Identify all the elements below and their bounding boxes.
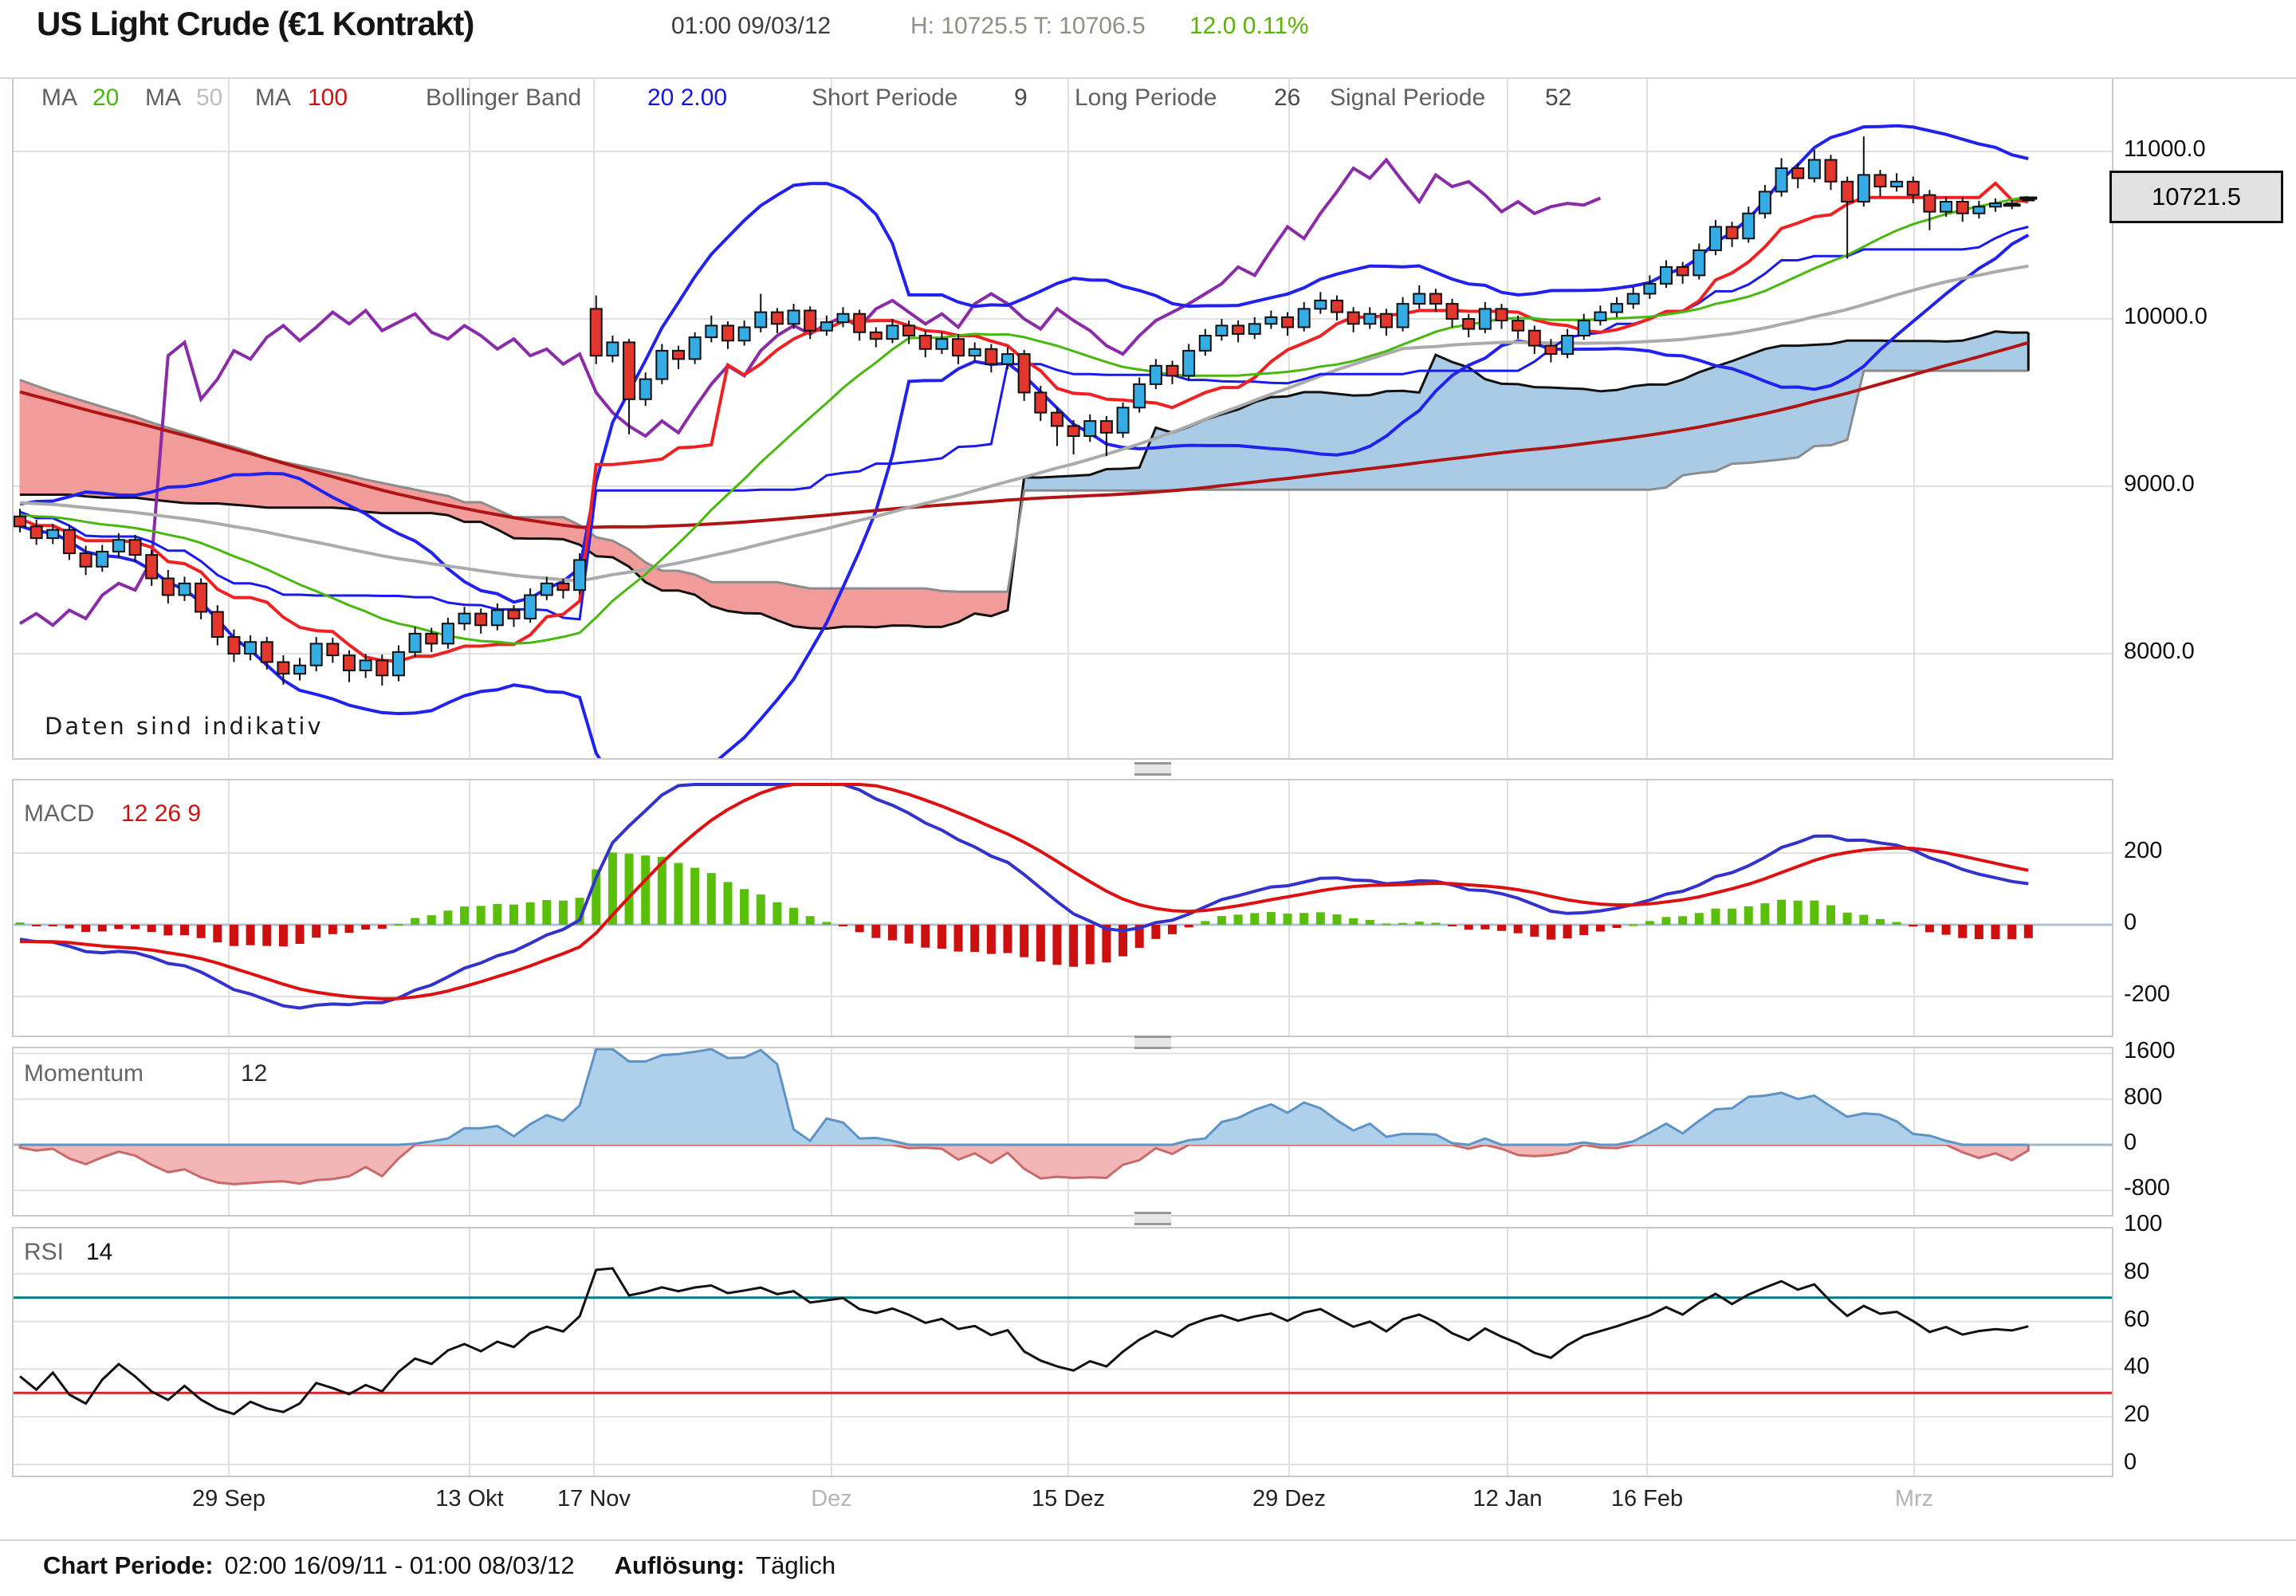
legend-long-periode-value: 26 [1274,85,1300,112]
panel-resize-handle[interactable] [1134,762,1171,776]
x-axis-label: 12 Jan [1472,1486,1542,1512]
y-axis-label: 40 [2124,1354,2149,1380]
legend-ma100-value: 100 [308,85,348,112]
change-readout: 12.0 0.11% [1189,13,1309,40]
x-axis-label: 29 Dez [1252,1486,1326,1512]
high-low-readout: H: 10725.5 T: 10706.5 [910,13,1146,40]
y-axis-label: 80 [2124,1259,2149,1285]
momentum-legend-label: Momentum [24,1060,144,1087]
instrument-title: US Light Crude (€1 Kontrakt) [37,5,474,43]
trading-chart-window: US Light Crude (€1 Kontrakt) 01:00 09/03… [0,0,2296,1596]
legend-ma50-value: 50 [196,85,222,112]
x-axis-label: Dez [811,1486,852,1512]
indicative-data-watermark: Daten sind indikativ [45,713,324,740]
x-axis-label: 16 Feb [1611,1486,1683,1512]
y-axis-label: 8000.0 [2124,639,2195,665]
y-axis-label: 0 [2124,1449,2137,1476]
y-axis-label: 800 [2124,1084,2162,1111]
legend-bollinger-params: 20 2.00 [647,85,727,112]
x-axis-label: Mrz [1895,1486,1933,1512]
panel-resize-handle[interactable] [1134,1212,1171,1225]
macd-legend-label: MACD [24,800,94,827]
panel-resize-handle[interactable] [1134,1036,1171,1049]
x-axis-label: 15 Dez [1032,1486,1105,1512]
resolution-label: Auflösung: [615,1551,745,1579]
x-axis-label: 29 Sep [192,1486,265,1512]
y-axis-label: 9000.0 [2124,471,2195,497]
y-axis-label: 0 [2124,910,2137,936]
y-axis-label: 200 [2124,838,2162,864]
chart-period-label: Chart Periode: [43,1551,214,1579]
current-price-marker: 10721.5 [2109,171,2283,223]
x-axis-label: 17 Nov [557,1486,631,1512]
chart-canvas[interactable] [0,0,2296,1596]
legend-signal-periode-value: 52 [1545,85,1571,112]
legend-signal-periode-label: Signal Periode [1330,85,1485,112]
y-axis-label: 10000.0 [2124,304,2208,330]
rsi-legend-label: RSI [24,1239,64,1266]
legend-ma-label: MA [255,85,291,112]
y-axis-label: 11000.0 [2124,136,2206,163]
chart-period-bar: Chart Periode: 02:00 16/09/11 - 01:00 08/… [43,1551,835,1580]
y-axis-label: 0 [2124,1130,2137,1156]
legend-bollinger-label: Bollinger Band [426,85,581,112]
chart-period-value: 02:00 16/09/11 - 01:00 08/03/12 [225,1551,575,1579]
x-axis-label: 13 Okt [435,1486,503,1512]
legend-ma-label: MA [145,85,181,112]
legend-short-periode-label: Short Periode [812,85,957,112]
momentum-legend-value: 12 [241,1060,267,1087]
y-axis-label: -200 [2124,981,2170,1008]
rsi-legend-value: 14 [86,1239,112,1266]
macd-legend-params: 12 26 9 [121,800,201,827]
y-axis-label: 20 [2124,1401,2149,1428]
y-axis-label: -800 [2124,1175,2170,1201]
legend-short-periode-value: 9 [1014,85,1028,112]
legend-long-periode-label: Long Periode [1075,85,1217,112]
legend-ma-label: MA [41,85,77,112]
legend-ma20-value: 20 [92,85,119,112]
y-axis-label: 1600 [2124,1038,2176,1064]
y-axis-label: 100 [2124,1211,2162,1237]
y-axis-label: 60 [2124,1307,2149,1333]
resolution-value: Täglich [756,1551,835,1579]
quote-timestamp: 01:00 09/03/12 [671,13,831,40]
